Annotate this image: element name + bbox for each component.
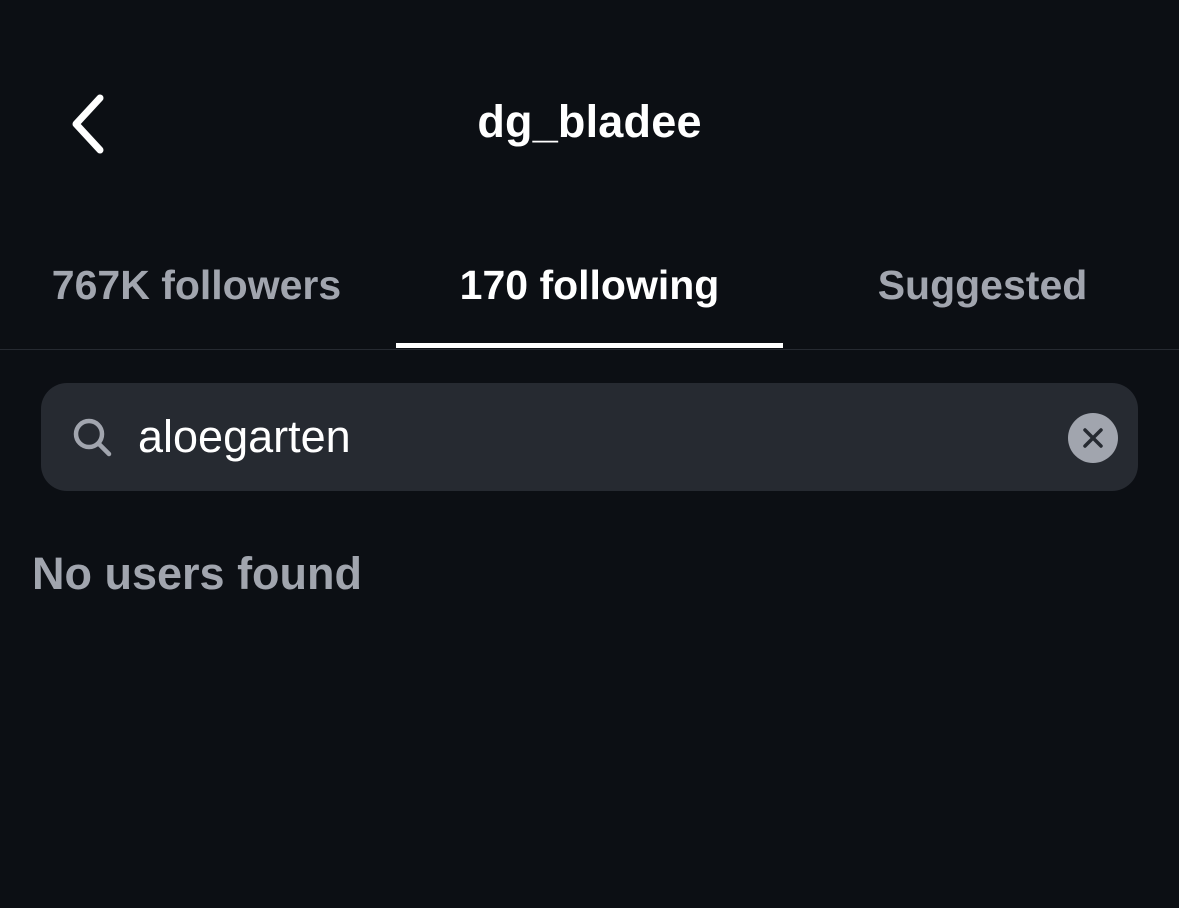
search-input[interactable] bbox=[138, 407, 1038, 467]
tab-bar: 767K followers 170 following Suggested bbox=[0, 245, 1179, 350]
page-title: dg_bladee bbox=[477, 96, 702, 147]
search-bar[interactable] bbox=[41, 383, 1138, 491]
search-icon bbox=[73, 418, 112, 457]
tab-suggested[interactable]: Suggested bbox=[786, 245, 1179, 349]
empty-results-message: No users found bbox=[32, 548, 363, 599]
tab-followers[interactable]: 767K followers bbox=[0, 245, 393, 349]
header: dg_bladee bbox=[0, 0, 1179, 245]
tab-following[interactable]: 170 following bbox=[396, 245, 783, 349]
clear-search-button[interactable] bbox=[1068, 413, 1118, 463]
close-icon bbox=[1083, 428, 1103, 448]
active-tab-indicator bbox=[396, 343, 783, 348]
